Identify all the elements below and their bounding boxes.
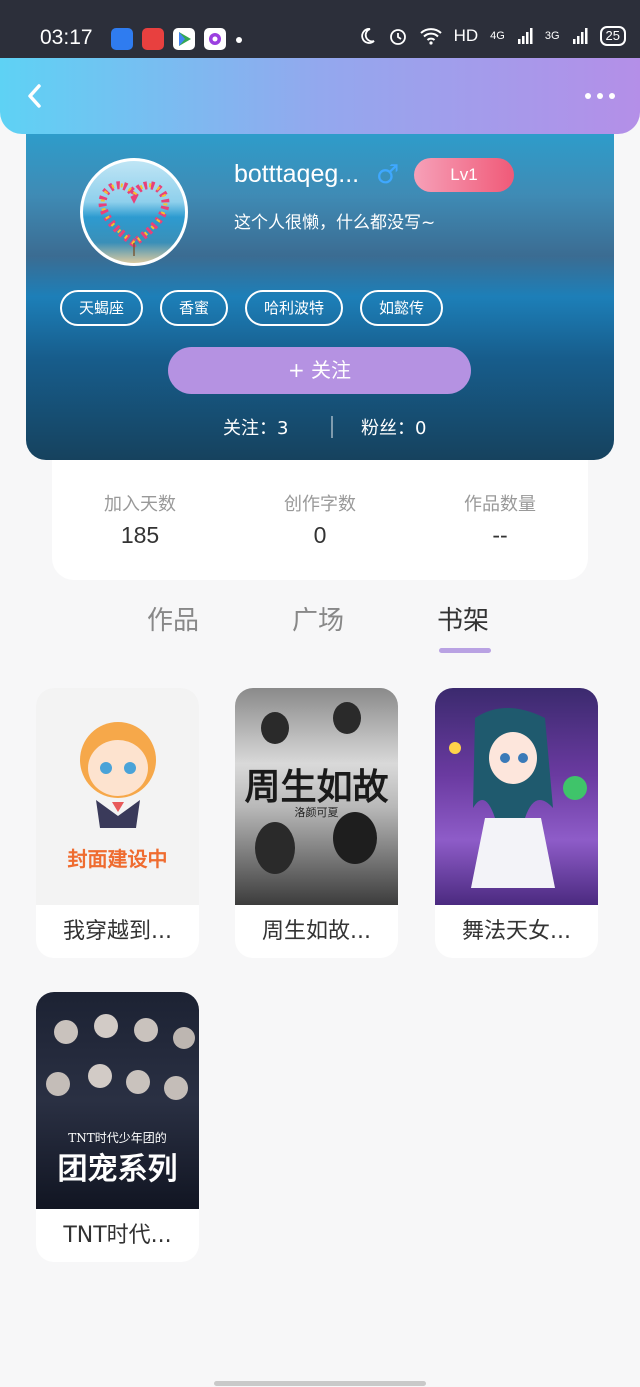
notification-dot-icon bbox=[236, 37, 242, 43]
signal-bars-icon bbox=[572, 28, 588, 44]
book-card[interactable]: TNT时代少年团的 团宠系列 TNT时代... bbox=[36, 992, 199, 1262]
follow-stats: 关注：3 粉丝：0 bbox=[26, 414, 614, 442]
stat-word-count: 创作字数 0 bbox=[230, 490, 410, 549]
interest-tag[interactable]: 哈利波特 bbox=[245, 290, 344, 326]
book-card[interactable]: 舞法天女... bbox=[435, 688, 598, 958]
android-app-icon bbox=[111, 28, 133, 50]
home-indicator[interactable] bbox=[214, 1381, 426, 1386]
stat-join-days: 加入天数 185 bbox=[50, 490, 230, 549]
network-type-label: HD bbox=[453, 26, 479, 45]
battery-indicator: 25 bbox=[599, 26, 626, 46]
cover-subtext: 洛颜可夏 bbox=[294, 806, 339, 819]
male-gender-icon: ♂ bbox=[376, 160, 400, 190]
play-store-icon bbox=[173, 28, 195, 50]
cover-text: 封面建设中 bbox=[67, 847, 168, 871]
placeholder-cover-image bbox=[80, 722, 156, 828]
book-cover: TNT时代少年团的 团宠系列 bbox=[36, 992, 199, 1209]
nav-bar bbox=[0, 58, 640, 134]
book-cover: 封面建设中 bbox=[36, 688, 199, 905]
active-tab-indicator bbox=[439, 648, 491, 653]
status-bar: 03:17 HD 4G 3G 25 bbox=[0, 0, 640, 58]
more-button[interactable] bbox=[580, 82, 620, 110]
tab-plaza[interactable]: 广场 bbox=[292, 600, 344, 637]
interest-tag[interactable]: 香蜜 bbox=[160, 290, 229, 326]
avatar[interactable] bbox=[80, 158, 188, 266]
chevron-left-icon bbox=[28, 84, 41, 108]
book-cover bbox=[435, 688, 598, 905]
profile-card: botttaqeg... ♂ Lv1 这个人很懒，什么都没写~ 天蝎座 香蜜 哈… bbox=[26, 120, 614, 460]
stat-label: 创作字数 bbox=[284, 494, 356, 515]
stat-value: 185 bbox=[120, 522, 160, 548]
tab-works[interactable]: 作品 bbox=[147, 600, 199, 637]
stat-label: 作品数量 bbox=[464, 494, 536, 515]
book-card[interactable]: 封面建设中 我穿越到... bbox=[36, 688, 199, 958]
interest-tag[interactable]: 如懿传 bbox=[360, 290, 444, 326]
back-button[interactable] bbox=[18, 76, 54, 116]
moon-icon bbox=[360, 28, 375, 44]
camera-app-icon bbox=[204, 28, 226, 50]
interest-tag[interactable]: 天蝎座 bbox=[60, 290, 144, 326]
signal-4g-label: 4G bbox=[490, 30, 505, 42]
signal-3g-label: 3G bbox=[544, 30, 560, 42]
stat-label: 加入天数 bbox=[104, 494, 176, 515]
shopping-app-icon bbox=[142, 28, 164, 50]
user-bio: 这个人很懒，什么都没写~ bbox=[234, 213, 436, 233]
cover-text: 团宠系列 bbox=[57, 1152, 178, 1187]
signal-bars-icon bbox=[517, 28, 533, 44]
anime-girl-cover-image bbox=[449, 708, 587, 888]
stat-works-count: 作品数量 -- bbox=[410, 490, 590, 549]
wifi-icon bbox=[419, 28, 442, 45]
more-dots-icon bbox=[585, 93, 615, 99]
stat-value: -- bbox=[492, 522, 508, 548]
balloon-heart-image bbox=[98, 181, 170, 256]
username: botttaqeg... bbox=[234, 160, 360, 188]
book-title: 周生如故... bbox=[262, 919, 371, 944]
status-time: 03:17 bbox=[40, 26, 93, 49]
interest-tags: 天蝎座 香蜜 哈利波特 如懿传 bbox=[60, 290, 444, 326]
fans-count[interactable]: 粉丝：0 bbox=[361, 414, 426, 440]
stats-card: 加入天数 185 创作字数 0 作品数量 -- bbox=[52, 450, 588, 580]
book-card[interactable]: 周生如故 洛颜可夏 周生如故... bbox=[235, 688, 398, 958]
book-title: TNT时代... bbox=[63, 1223, 172, 1248]
content-tabs: 作品 广场 书架 bbox=[0, 600, 640, 660]
level-badge: Lv1 bbox=[414, 158, 514, 192]
stats-divider bbox=[331, 416, 333, 438]
follow-button[interactable]: + 关注 bbox=[168, 347, 471, 394]
book-title: 舞法天女... bbox=[462, 919, 571, 944]
alarm-icon bbox=[389, 29, 406, 45]
book-title: 我穿越到... bbox=[63, 919, 172, 944]
tab-bookshelf[interactable]: 书架 bbox=[437, 600, 489, 637]
book-cover: 周生如故 洛颜可夏 bbox=[235, 688, 398, 905]
cover-text: 周生如故 bbox=[244, 766, 389, 808]
stat-value: 0 bbox=[313, 522, 327, 548]
following-count[interactable]: 关注：3 bbox=[223, 414, 288, 440]
